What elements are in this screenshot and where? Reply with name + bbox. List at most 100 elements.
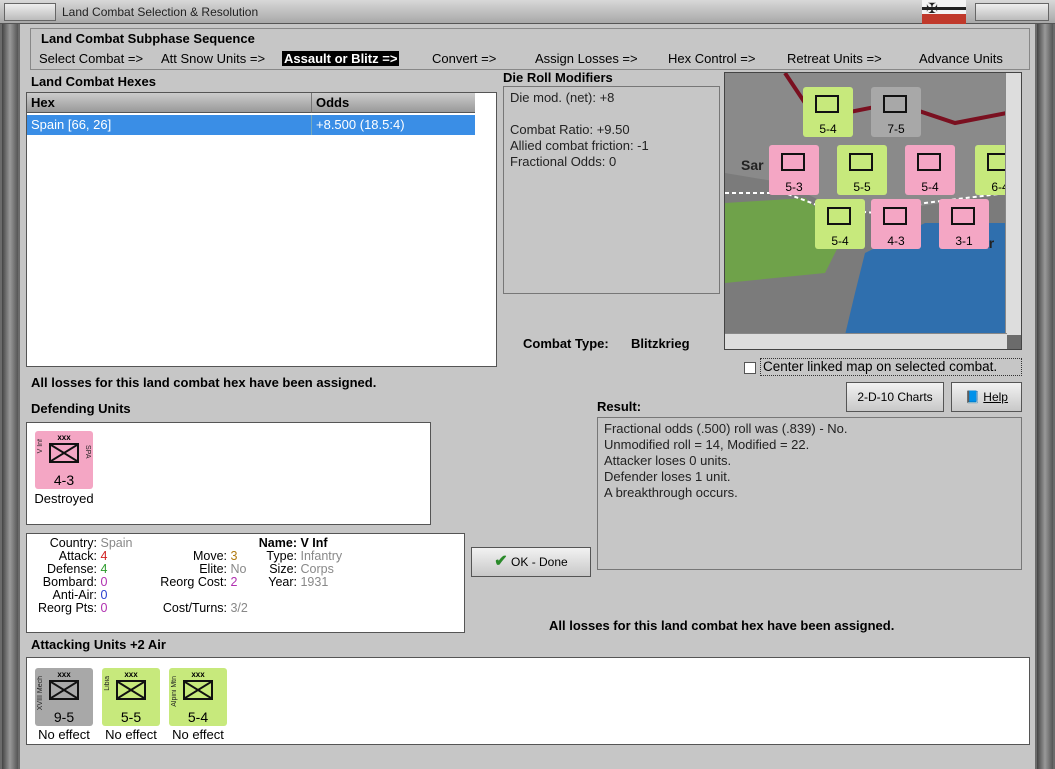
map-unit-strength: 3-1 bbox=[955, 234, 973, 248]
die-roll-modifiers-box: Die mod. (net): +8 Combat Ratio: +9.50 A… bbox=[503, 86, 720, 294]
map-unit-counter[interactable]: 5-5 bbox=[837, 145, 887, 195]
type-value: Infantry bbox=[300, 549, 343, 563]
unit-strength: 9-5 bbox=[53, 709, 75, 725]
help-book-icon: 📘 bbox=[965, 390, 980, 404]
defending-unit-counter[interactable]: xxx V Inf SPA 4-3 bbox=[35, 431, 93, 489]
unit-strength: 5-5 bbox=[120, 709, 142, 725]
attacking-unit-counter[interactable]: xxx XVIII Mech 9-5 bbox=[35, 668, 93, 726]
hex-list[interactable]: Hex Odds Spain [66, 26] +8.500 (18.5:4) bbox=[26, 92, 497, 367]
unit-name: Alpini Mtn bbox=[171, 676, 178, 707]
result-line: Attacker loses 0 units. bbox=[604, 453, 732, 468]
move-value: 3 bbox=[230, 549, 238, 563]
reorgpts-label: Reorg Pts: bbox=[37, 601, 97, 615]
ok-done-button[interactable]: ✔ OK - Done bbox=[471, 547, 591, 577]
result-line: Unmodified roll = 14, Modified = 22. bbox=[604, 437, 810, 452]
unit-symbol-icon bbox=[883, 207, 907, 225]
unit-name: XVIII Mech bbox=[37, 676, 44, 711]
name-label: Name: bbox=[258, 536, 297, 550]
bombard-label: Bombard: bbox=[42, 575, 97, 589]
year-value: 1931 bbox=[300, 575, 329, 589]
costturns-label: Cost/Turns: bbox=[162, 601, 227, 615]
map-unit-counter[interactable]: 5-4 bbox=[905, 145, 955, 195]
map-unit-counter[interactable]: 5-3 bbox=[769, 145, 819, 195]
move-label: Move: bbox=[192, 549, 227, 563]
modifier-line bbox=[510, 106, 713, 122]
map-unit-counter[interactable]: 3-1 bbox=[939, 199, 989, 249]
hex-column-header[interactable]: Hex bbox=[27, 93, 311, 113]
unit-symbol-icon bbox=[883, 95, 907, 113]
result-line: Defender loses 1 unit. bbox=[604, 469, 731, 484]
phase-step: Assign Losses => bbox=[535, 51, 638, 66]
map-vertical-scrollbar[interactable] bbox=[1005, 73, 1021, 335]
modifier-line: Allied combat friction: -1 bbox=[510, 138, 649, 153]
phase-step: Select Combat => bbox=[39, 51, 144, 66]
result-line: A breakthrough occurs. bbox=[604, 485, 738, 500]
unit-symbol-icon bbox=[951, 207, 975, 225]
unit-strength: 4-3 bbox=[53, 472, 75, 488]
phase-sequence-bar: Land Combat Subphase Sequence Select Com… bbox=[30, 28, 1030, 70]
phase-sequence-label: Land Combat Subphase Sequence bbox=[41, 31, 255, 46]
attacking-unit-counter[interactable]: xxx Alpini Mtn 5-4 bbox=[169, 668, 227, 726]
antiair-label: Anti-Air: bbox=[52, 588, 97, 602]
unit-status: Destroyed bbox=[34, 491, 94, 506]
odds-column-header[interactable]: Odds bbox=[311, 93, 475, 113]
unit-info-panel: Country: Spain Attack: 4 Defense: 4 Bomb… bbox=[26, 533, 465, 633]
system-menu-button[interactable] bbox=[4, 3, 56, 21]
help-button-label: Help bbox=[983, 390, 1008, 404]
attacking-units-label: Attacking Units +2 Air bbox=[31, 637, 166, 652]
phase-step: Hex Control => bbox=[668, 51, 756, 66]
center-map-checkbox[interactable] bbox=[744, 362, 756, 374]
attack-label: Attack: bbox=[58, 549, 97, 563]
reorgcost-value: 2 bbox=[230, 575, 238, 589]
country-label: Country: bbox=[49, 536, 97, 550]
map-unit-counter[interactable]: 5-4 bbox=[803, 87, 853, 137]
losses-message-bottom: All losses for this land combat hex have… bbox=[549, 618, 895, 633]
result-label: Result: bbox=[597, 399, 642, 414]
center-map-label[interactable]: Center linked map on selected combat. bbox=[760, 358, 1022, 376]
size-value: Corps bbox=[300, 562, 334, 576]
phase-step: Att Snow Units => bbox=[161, 51, 266, 66]
checkmark-icon: ✔ bbox=[494, 553, 508, 570]
attacking-units-panel: xxx XVIII Mech 9-5 No effect xxx Libia 5-5 No e… bbox=[26, 657, 1030, 745]
bombard-value: 0 bbox=[100, 575, 108, 589]
map-unit-strength: 4-3 bbox=[887, 234, 905, 248]
unit-status: No effect bbox=[38, 727, 90, 742]
unit-symbol-icon bbox=[917, 153, 941, 171]
hex-row-hex[interactable]: Spain [66, 26] bbox=[27, 115, 311, 135]
close-button[interactable] bbox=[975, 3, 1049, 21]
map-label: Sar bbox=[741, 157, 764, 173]
help-button[interactable]: 📘 Help bbox=[951, 382, 1022, 412]
defending-units-panel: xxx V Inf SPA 4-3 Destroyed bbox=[26, 422, 431, 525]
attack-value: 4 bbox=[100, 549, 108, 563]
map-unit-strength: 5-4 bbox=[819, 122, 837, 136]
map-unit-strength: 5-5 bbox=[853, 180, 871, 194]
name-value: V Inf bbox=[300, 536, 328, 550]
map-horizontal-scrollbar[interactable] bbox=[725, 333, 1007, 349]
unit-symbol-icon bbox=[815, 95, 839, 113]
map-unit-counter[interactable]: 5-4 bbox=[815, 199, 865, 249]
map-unit-strength: 5-4 bbox=[921, 180, 939, 194]
costturns-value: 3/2 bbox=[230, 601, 248, 615]
elite-label: Elite: bbox=[199, 562, 227, 576]
unit-name: V Inf bbox=[37, 439, 44, 454]
infantry-symbol-icon bbox=[183, 680, 213, 700]
linked-map[interactable]: Sar ar 5-47-55-35-55-46-45-44-33-1 bbox=[724, 72, 1022, 350]
charts-button[interactable]: 2-D-10 Charts bbox=[846, 382, 944, 412]
country-value: Spain bbox=[100, 536, 133, 550]
unit-symbol-icon bbox=[781, 153, 805, 171]
map-unit-counter[interactable]: 7-5 bbox=[871, 87, 921, 137]
phase-step: Retreat Units => bbox=[787, 51, 882, 66]
defense-value: 4 bbox=[100, 562, 108, 576]
frame-pipe-right bbox=[1037, 24, 1053, 769]
hex-row-odds[interactable]: +8.500 (18.5:4) bbox=[311, 115, 475, 135]
unit-nationality: SPA bbox=[84, 445, 91, 459]
defending-units-label: Defending Units bbox=[31, 401, 131, 416]
phase-step: Convert => bbox=[432, 51, 497, 66]
infantry-symbol-icon bbox=[49, 680, 79, 700]
map-unit-counter[interactable]: 4-3 bbox=[871, 199, 921, 249]
elite-value: No bbox=[230, 562, 247, 576]
title-bar: Land Combat Selection & Resolution ✠ bbox=[0, 0, 1055, 24]
attacking-unit-counter[interactable]: xxx Libia 5-5 bbox=[102, 668, 160, 726]
result-line: Fractional odds (.500) roll was (.839) -… bbox=[604, 421, 848, 436]
phase-step: Advance Units bbox=[919, 51, 1003, 66]
